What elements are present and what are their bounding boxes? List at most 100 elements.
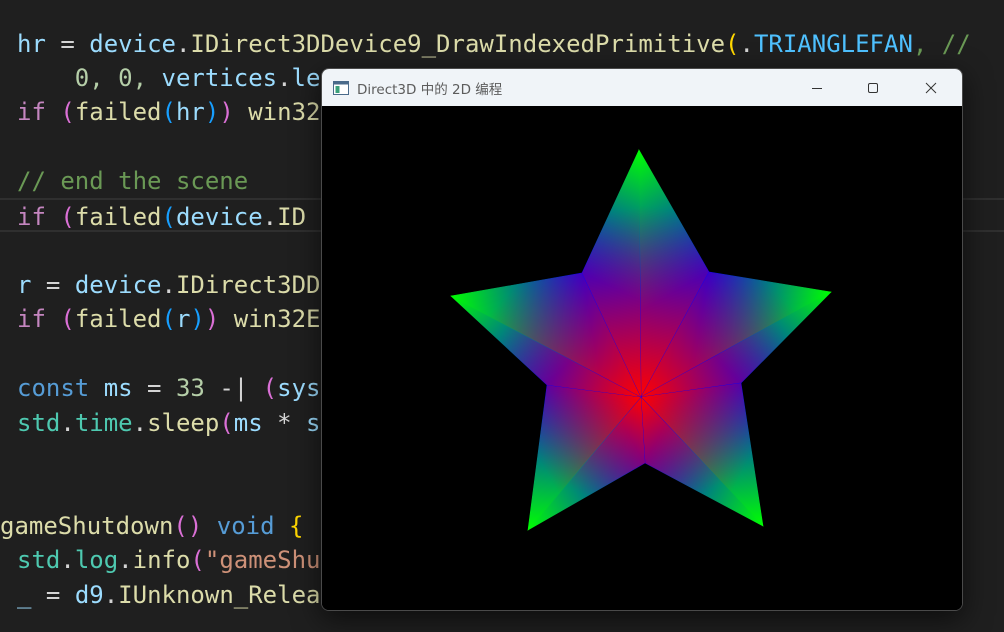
code-token: device: [74, 271, 162, 299]
code-token: .: [132, 409, 148, 437]
code-token: failed: [74, 98, 162, 126]
window-title: Direct3D 中的 2D 编程: [357, 81, 503, 98]
code-line-text: hr = device.IDirect3DDevice9_DrawIndexed…: [17, 27, 971, 61]
code-token: failed: [74, 305, 162, 333]
code-token: (): [173, 512, 203, 540]
code-token: ): [204, 305, 220, 333]
code-token: std: [17, 546, 61, 574]
close-icon: [925, 82, 937, 93]
code-token: if: [17, 203, 46, 231]
code-token: win32: [233, 98, 321, 126]
star-scene: [322, 106, 962, 610]
code-token: info: [132, 546, 191, 574]
code-token: device: [89, 30, 176, 58]
code-token: .: [118, 546, 133, 574]
code-line-text: r = device.IDirect3DD: [17, 268, 320, 302]
code-token: ms: [233, 409, 263, 437]
code-token: s: [306, 409, 321, 437]
code-token: , //: [912, 30, 971, 58]
code-token: // end the scene: [17, 167, 249, 195]
code-token: TRIANGLEFAN: [753, 30, 913, 58]
code-line-text: std.time.sleep(ms * s: [17, 406, 320, 440]
code-token: r: [175, 305, 191, 333]
code-token: *: [262, 409, 307, 437]
code-token: if: [17, 305, 46, 333]
code-token: gameShutdown: [0, 512, 174, 540]
code-token: =: [132, 374, 176, 402]
code-token: IDirect3DDevice9_DrawIndexedPrimitive: [190, 30, 726, 58]
code-token: (: [262, 374, 278, 402]
code-token: .: [739, 30, 754, 58]
code-token: =: [31, 271, 75, 299]
code-token: time: [74, 409, 133, 437]
code-token: 33: [175, 374, 205, 402]
window-titlebar[interactable]: Direct3D 中的 2D 编程: [322, 69, 962, 106]
code-token: if: [17, 98, 46, 126]
code-line-text: if (failed(r)) win32E: [17, 302, 320, 336]
code-token: (: [725, 30, 740, 58]
maximize-icon: [868, 82, 878, 93]
code-token: ): [204, 98, 220, 126]
code-token: .: [60, 409, 75, 437]
code-token: device: [175, 203, 263, 231]
code-token: const: [17, 374, 90, 402]
code-token: -|: [204, 374, 263, 402]
code-token: _: [17, 581, 32, 609]
code-token: hr: [17, 30, 46, 58]
code-token: ID: [277, 203, 307, 231]
code-token: ms: [103, 374, 133, 402]
code-token: void: [216, 512, 275, 540]
code-token: "gameShu: [204, 546, 321, 574]
code-token: =: [45, 30, 90, 58]
code-token: IDirect3DD: [175, 271, 321, 299]
code-token: .: [277, 64, 292, 92]
direct3d-window[interactable]: Direct3D 中的 2D 编程: [321, 68, 963, 611]
code-token: (: [219, 409, 234, 437]
code-token: =: [31, 581, 75, 609]
maximize-button[interactable]: [844, 69, 902, 106]
code-line-text: const ms = 33 -| (sys: [17, 371, 320, 405]
code-token: failed: [74, 203, 162, 231]
code-token: (: [60, 98, 75, 126]
code-token: d9: [74, 581, 104, 609]
code-token: (: [190, 546, 205, 574]
code-token: {: [289, 512, 304, 540]
code-token: le: [291, 64, 321, 92]
code-token: ): [190, 305, 205, 333]
code-token: .: [60, 546, 75, 574]
code-line-text: gameShutdown() void {: [0, 509, 303, 543]
code-line-text: 0, 0, vertices.le: [17, 61, 321, 95]
close-button[interactable]: [902, 69, 960, 106]
code-token: hr: [175, 98, 205, 126]
code-line-text: std.log.info("gameShu: [17, 543, 320, 577]
code-token: (: [161, 98, 176, 126]
code-token: .: [262, 203, 278, 231]
code-token: (: [60, 203, 75, 231]
code-line-text: // end the scene: [17, 164, 248, 198]
code-line-text: if (failed(hr)) win32: [17, 95, 320, 129]
code-token: win32E: [219, 305, 321, 333]
code-token: log: [74, 546, 119, 574]
code-token: vertices: [161, 64, 278, 92]
code-line-text: if (failed(device.ID: [17, 200, 306, 234]
code-line-text: _ = d9.IUnknown_Relea: [17, 578, 320, 612]
minimize-button[interactable]: [788, 69, 846, 106]
code-token: ): [219, 98, 234, 126]
code-token: 0, 0,: [17, 64, 162, 92]
code-token: .: [175, 30, 191, 58]
code-token: .: [161, 271, 176, 299]
code-token: sleep: [147, 409, 220, 437]
code-token: r: [17, 271, 32, 299]
code-token: .: [103, 581, 119, 609]
code-token: IUnknown_Relea: [118, 581, 321, 609]
minimize-icon: [812, 87, 822, 89]
app-window-icon: [333, 80, 349, 95]
code-token: (: [60, 305, 75, 333]
render-viewport: [322, 106, 962, 610]
